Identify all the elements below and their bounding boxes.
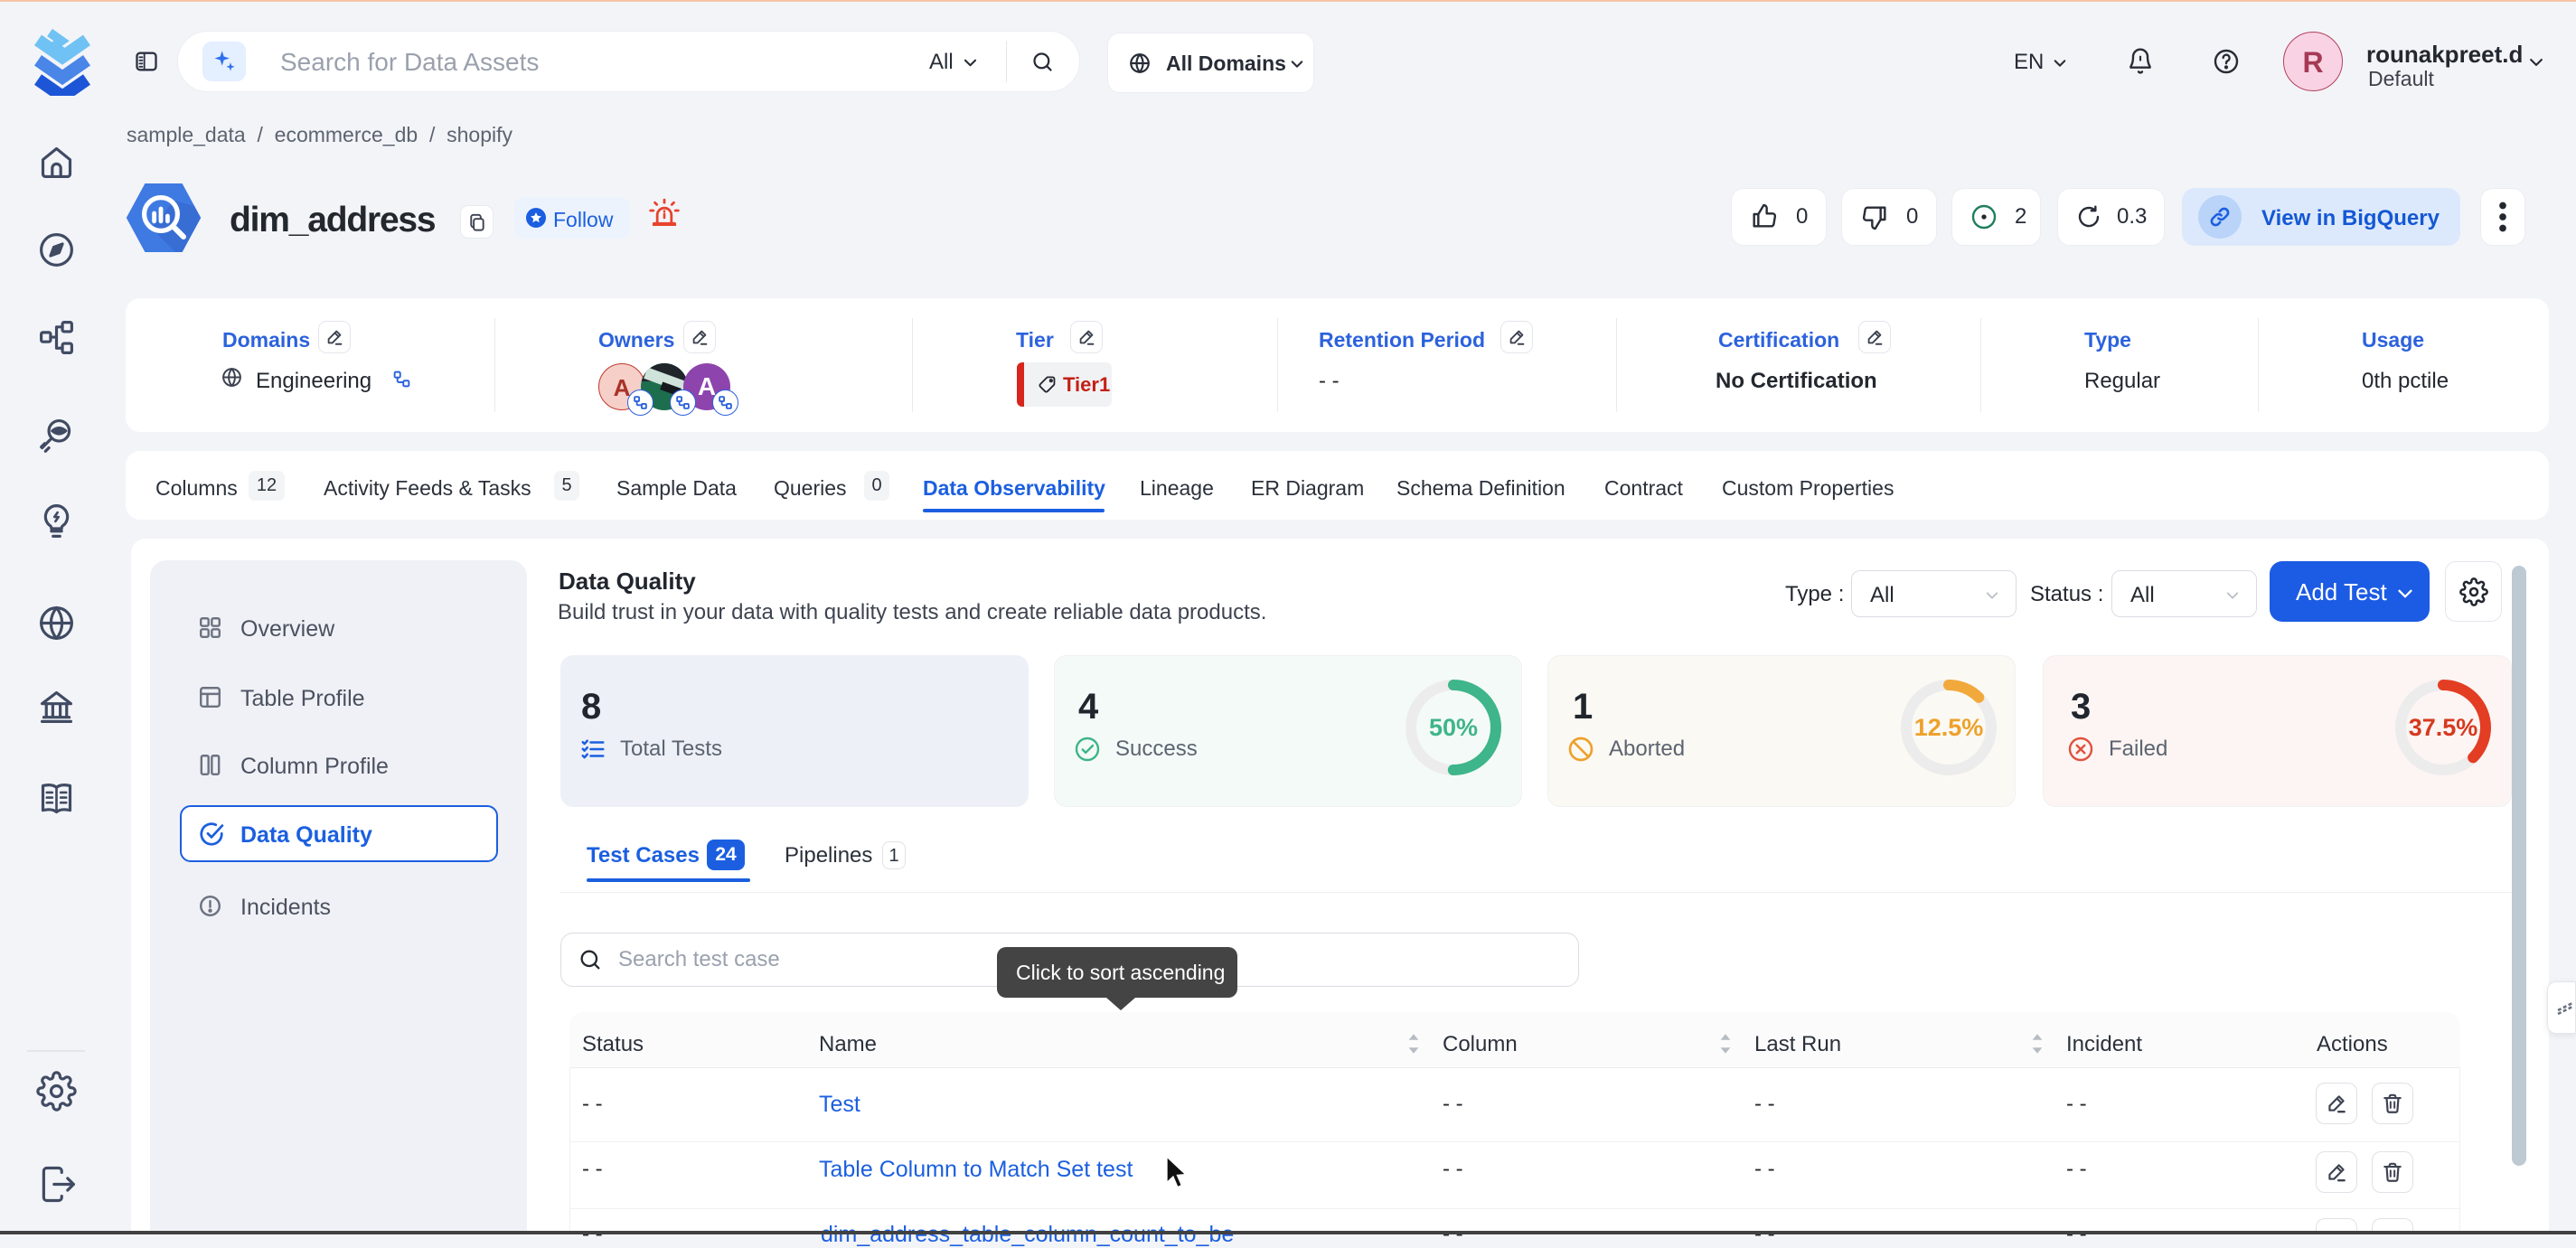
svg-text:50%: 50%	[1429, 714, 1478, 741]
svg-text:12.5%: 12.5%	[1914, 714, 1984, 741]
svg-text:37.5%: 37.5%	[2409, 714, 2478, 741]
